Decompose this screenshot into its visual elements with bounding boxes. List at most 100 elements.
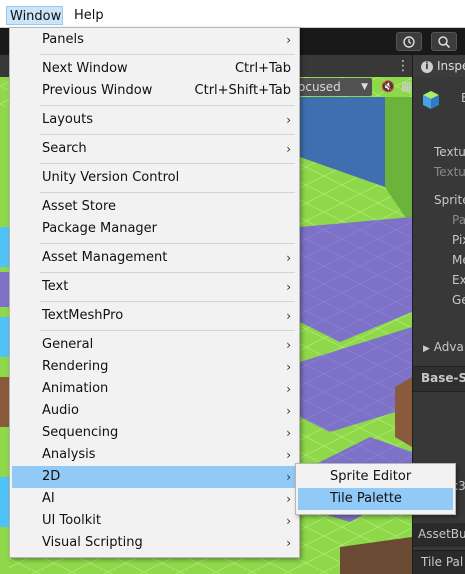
chevron-right-icon: › bbox=[286, 492, 291, 506]
chevron-right-icon: › bbox=[286, 338, 291, 352]
menu-separator bbox=[40, 163, 295, 164]
menu-item-textmeshpro[interactable]: TextMeshPro › bbox=[12, 305, 297, 327]
section-header: Base-S bbox=[413, 366, 465, 392]
menu-item-label: Text bbox=[42, 279, 69, 294]
chevron-right-icon: › bbox=[286, 382, 291, 396]
menu-separator bbox=[40, 134, 295, 135]
menu-item-label: Sequencing bbox=[42, 425, 119, 440]
inspector-title: E bbox=[461, 91, 465, 105]
menu-item-label: Package Manager bbox=[42, 221, 158, 236]
menu-item-2d[interactable]: 2D › bbox=[12, 466, 297, 488]
chevron-right-icon: ▶ bbox=[423, 344, 430, 354]
search-button[interactable] bbox=[431, 32, 457, 51]
advanced-foldout[interactable]: ▶ Adva bbox=[423, 340, 464, 354]
chevron-right-icon: › bbox=[286, 404, 291, 418]
menu-item-label: Asset Store bbox=[42, 199, 117, 214]
menu-item-asset-management[interactable]: Asset Management › bbox=[12, 247, 297, 269]
inspector-row: Textu bbox=[434, 145, 465, 159]
menu-item-shortcut: Ctrl+Tab bbox=[234, 61, 291, 76]
audio-mute-icon[interactable]: 🔇 bbox=[381, 80, 395, 93]
menu-item-ui-toolkit[interactable]: UI Toolkit › bbox=[12, 510, 297, 532]
menu-item-label: Asset Management bbox=[42, 250, 168, 265]
menu-separator bbox=[40, 105, 295, 106]
menu-item-unity-version-control[interactable]: Unity Version Control bbox=[12, 167, 297, 189]
asset-cube-icon bbox=[423, 91, 439, 109]
chevron-right-icon: › bbox=[286, 33, 291, 47]
menu-item-label: UI Toolkit bbox=[42, 513, 101, 528]
inspector-row: Pix bbox=[452, 233, 465, 247]
chevron-right-icon: › bbox=[286, 536, 291, 550]
menu-separator bbox=[40, 54, 295, 55]
menu-item-animation[interactable]: Animation › bbox=[12, 378, 297, 400]
menu-item-sequencing[interactable]: Sequencing › bbox=[12, 422, 297, 444]
inspector-row: Textu bbox=[434, 165, 465, 179]
inspector-row: Pa bbox=[452, 213, 465, 227]
menu-separator bbox=[40, 330, 295, 331]
menu-bar: Window Help bbox=[0, 0, 465, 28]
menu-item-audio[interactable]: Audio › bbox=[12, 400, 297, 422]
chevron-right-icon: › bbox=[286, 514, 291, 528]
info-icon: i bbox=[421, 60, 433, 73]
menu-item-label: Layouts bbox=[42, 112, 93, 127]
menu-item-label: Sprite Editor bbox=[330, 469, 412, 484]
tile-palette-bar[interactable]: Tile Pal bbox=[413, 550, 465, 574]
history-button[interactable] bbox=[396, 32, 422, 51]
menu-item-shortcut: Ctrl+Shift+Tab bbox=[194, 83, 291, 98]
chevron-down-icon: ▼ bbox=[361, 82, 368, 92]
menu-item-label: TextMeshPro bbox=[42, 308, 124, 323]
tab-inspector[interactable]: i Inspe bbox=[413, 55, 465, 77]
inspector-row: Sprite bbox=[434, 193, 465, 207]
menu-item-label: Unity Version Control bbox=[42, 170, 180, 185]
assetbundle-label: AssetBu bbox=[418, 527, 465, 541]
menu-item-next-window[interactable]: Next Window Ctrl+Tab bbox=[12, 58, 297, 80]
menu-item-label: Animation bbox=[42, 381, 109, 396]
inspector-tab-label: Inspe bbox=[437, 59, 465, 73]
menu-item-general[interactable]: General › bbox=[12, 334, 297, 356]
history-icon bbox=[403, 36, 415, 48]
menu-item-text[interactable]: Text › bbox=[12, 276, 297, 298]
chevron-right-icon: › bbox=[286, 448, 291, 462]
menu-item-analysis[interactable]: Analysis › bbox=[12, 444, 297, 466]
window-menu: Panels › Next Window Ctrl+Tab Previous Win… bbox=[9, 27, 300, 558]
menu-item-rendering[interactable]: Rendering › bbox=[12, 356, 297, 378]
chevron-right-icon: › bbox=[286, 251, 291, 265]
menu-separator bbox=[40, 301, 295, 302]
menu-item-label: AI bbox=[42, 491, 55, 506]
menu-item-label: Audio bbox=[42, 403, 79, 418]
section-title: Base-S bbox=[421, 371, 465, 385]
scene-view-dropdown-label: ocused bbox=[298, 80, 341, 94]
menu-item-label: Next Window bbox=[42, 61, 128, 76]
menu-help[interactable]: Help bbox=[74, 6, 104, 25]
advanced-label: Adva bbox=[433, 340, 464, 354]
chevron-right-icon: › bbox=[286, 360, 291, 374]
menu-item-label: Search bbox=[42, 141, 87, 156]
menu-item-label: Rendering bbox=[42, 359, 109, 374]
inspector-row: Ge bbox=[452, 293, 465, 307]
menu-item-label: General bbox=[42, 337, 94, 352]
chevron-right-icon: › bbox=[286, 426, 291, 440]
menu-item-sprite-editor[interactable]: Sprite Editor bbox=[298, 466, 453, 488]
menu-separator bbox=[40, 272, 295, 273]
menu-item-asset-store[interactable]: Asset Store bbox=[12, 196, 297, 218]
menu-item-label: Previous Window bbox=[42, 83, 153, 98]
menu-separator bbox=[40, 243, 295, 244]
chevron-right-icon: › bbox=[286, 142, 291, 156]
menu-item-panels[interactable]: Panels › bbox=[12, 29, 297, 51]
menu-item-ai[interactable]: AI › bbox=[12, 488, 297, 510]
scene-view-dropdown[interactable]: ocused ▼ bbox=[296, 78, 372, 96]
menu-item-package-manager[interactable]: Package Manager bbox=[12, 218, 297, 240]
menu-item-label: Panels bbox=[42, 32, 84, 47]
more-options-icon[interactable]: ⋮ bbox=[396, 55, 410, 77]
menu-item-visual-scripting[interactable]: Visual Scripting › bbox=[12, 532, 297, 554]
chevron-right-icon: › bbox=[286, 113, 291, 127]
chevron-right-icon: › bbox=[286, 470, 291, 484]
menu-item-previous-window[interactable]: Previous Window Ctrl+Shift+Tab bbox=[12, 80, 297, 102]
menu-item-label: Analysis bbox=[42, 447, 96, 462]
menu-item-label: Visual Scripting bbox=[42, 535, 143, 550]
menu-separator bbox=[40, 192, 295, 193]
menu-item-tile-palette[interactable]: Tile Palette bbox=[298, 488, 453, 510]
menu-item-layouts[interactable]: Layouts › bbox=[12, 109, 297, 131]
menu-window[interactable]: Window bbox=[6, 6, 63, 25]
menu-item-search[interactable]: Search › bbox=[12, 138, 297, 160]
gizmo-grid-icon[interactable]: ▦ bbox=[401, 79, 412, 93]
